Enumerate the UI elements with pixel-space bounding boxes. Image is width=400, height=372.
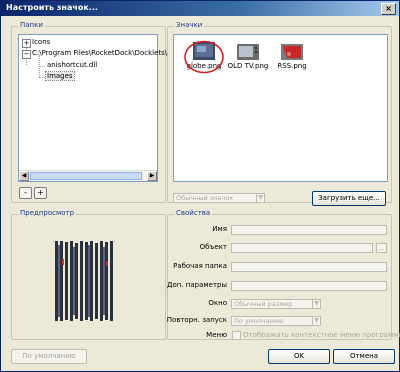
params-label: Доп. параметры	[166, 281, 227, 289]
title-bar: Настроить значок... ×	[1, 1, 399, 16]
preview-group: Предпросмотр	[11, 209, 166, 340]
folders-tree[interactable]: + Icons − C:\Program Files\RocketDock\Do…	[18, 34, 167, 182]
window-mode-value: Обычный размер	[234, 300, 293, 308]
old-tv-thumbnail-icon	[237, 44, 259, 60]
relaunch-value: По умолчанию	[234, 317, 284, 325]
object-field[interactable]	[231, 243, 373, 253]
remove-folder-button[interactable]: -	[19, 187, 32, 199]
default-button[interactable]: По умолчанию	[11, 349, 87, 364]
window-mode-select[interactable]: Обычный размер ▼	[231, 299, 321, 309]
scroll-right-button[interactable]: ▶	[147, 171, 157, 181]
window-title: Настроить значок...	[6, 3, 98, 12]
tree-item-icons[interactable]: Icons	[32, 38, 50, 46]
icon-style-value: Обычный значок	[176, 194, 234, 202]
customize-icon-dialog: Настроить значок... × Папки + Icons − C:…	[0, 0, 400, 372]
icons-group: Значки globe.png OLD TV.png RSS.png Обыч…	[167, 21, 392, 206]
workdir-label: Рабочая папка	[173, 262, 227, 270]
name-field[interactable]	[231, 225, 387, 235]
context-menu-checkbox[interactable]	[232, 331, 241, 340]
params-field[interactable]	[231, 281, 387, 291]
object-label: Объект	[199, 243, 227, 251]
name-label: Имя	[212, 225, 227, 233]
cancel-button[interactable]: Отмена	[333, 349, 395, 364]
preview-image	[49, 239, 121, 323]
preview-group-label: Предпросмотр	[18, 209, 77, 217]
relaunch-select[interactable]: По умолчанию ▼	[231, 316, 321, 326]
window-mode-label: Окно	[208, 299, 227, 307]
expand-icons-toggle[interactable]: +	[22, 39, 31, 48]
chevron-down-icon[interactable]: ▼	[312, 299, 321, 309]
folders-group: Папки + Icons − C:\Program Files\RocketD…	[11, 21, 167, 203]
collapse-docklets-toggle[interactable]: −	[22, 50, 31, 59]
close-button[interactable]: ×	[381, 3, 396, 15]
workdir-field[interactable]	[231, 262, 387, 272]
scroll-thumb[interactable]	[30, 172, 142, 180]
tree-item-anishortcut[interactable]: anishortcut.dll	[47, 61, 97, 69]
add-folder-button[interactable]: +	[34, 187, 47, 199]
browse-button[interactable]: ...	[376, 243, 387, 253]
context-menu-checkbox-label: Отображать контекстное меню программы	[243, 331, 400, 339]
load-more-button[interactable]: Загрузить еще...	[312, 191, 386, 206]
ok-button[interactable]: OK	[268, 349, 330, 364]
chevron-down-icon[interactable]: ▼	[256, 193, 265, 203]
icons-group-label: Значки	[174, 21, 205, 29]
properties-group-label: Свойства	[174, 209, 213, 217]
icon-style-select[interactable]: Обычный значок ▼	[173, 193, 265, 203]
icon-item-rss[interactable]: RSS.png	[272, 40, 312, 74]
icons-list[interactable]: globe.png OLD TV.png RSS.png	[173, 34, 388, 182]
chevron-down-icon[interactable]: ▼	[312, 316, 321, 326]
folders-group-label: Папки	[18, 21, 45, 29]
tree-item-docklets[interactable]: C:\Program Files\RocketDock\Docklets\	[32, 49, 167, 57]
icon-caption-rss: RSS.png	[277, 62, 307, 70]
tree-item-images[interactable]: Images	[45, 71, 75, 81]
folders-hscrollbar[interactable]: ◀ ▶	[19, 170, 157, 181]
relaunch-label: Повторн. запуск	[166, 316, 227, 324]
properties-group: Свойства Имя Объект ... Рабочая папка До…	[166, 209, 400, 340]
rss-thumbnail-icon	[281, 44, 303, 60]
scroll-left-button[interactable]: ◀	[19, 171, 29, 181]
menu-label: Меню	[206, 331, 227, 339]
